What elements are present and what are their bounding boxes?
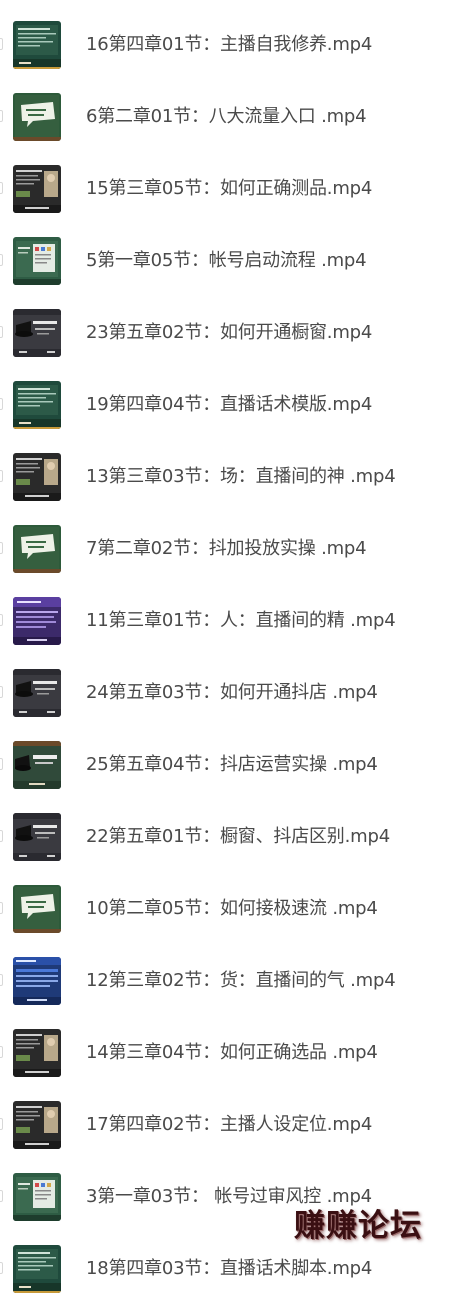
video-thumbnail-icon[interactable]	[13, 741, 61, 789]
row-checkbox[interactable]	[0, 254, 3, 266]
video-thumbnail-icon[interactable]	[13, 1029, 61, 1077]
video-thumbnail-icon[interactable]	[13, 165, 61, 213]
row-checkbox[interactable]	[0, 974, 3, 986]
video-thumbnail-icon[interactable]	[13, 1101, 61, 1149]
video-thumbnail-icon[interactable]	[13, 597, 61, 645]
file-name[interactable]: 13第三章03节：场：直播间的神 .mp4	[86, 465, 396, 489]
file-row[interactable]: 11第三章01节：人：直播间的精 .mp4	[0, 585, 449, 657]
file-name[interactable]: 19第四章04节：直播话术模版.mp4	[86, 393, 372, 417]
video-thumbnail-icon[interactable]	[13, 309, 61, 357]
file-name[interactable]: 7第二章02节：抖加投放实操 .mp4	[86, 537, 367, 561]
file-row[interactable]: 5第一章05节：帐号启动流程 .mp4	[0, 225, 449, 297]
file-row[interactable]: 19第四章04节：直播话术模版.mp4	[0, 369, 449, 441]
file-row[interactable]: 7第二章02节：抖加投放实操 .mp4	[0, 513, 449, 585]
file-row[interactable]: 16第四章01节：主播自我修养.mp4	[0, 9, 449, 81]
file-row[interactable]: 24第五章03节：如何开通抖店 .mp4	[0, 657, 449, 729]
file-name[interactable]: 15第三章05节：如何正确测品.mp4	[86, 177, 372, 201]
row-checkbox[interactable]	[0, 1262, 3, 1274]
file-name[interactable]: 12第三章02节：货：直播间的气 .mp4	[86, 969, 396, 993]
file-name[interactable]: 16第四章01节：主播自我修养.mp4	[86, 33, 372, 57]
row-checkbox[interactable]	[0, 470, 3, 482]
video-thumbnail-icon[interactable]	[13, 957, 61, 1005]
row-checkbox[interactable]	[0, 614, 3, 626]
video-thumbnail-icon[interactable]	[13, 21, 61, 69]
row-checkbox[interactable]	[0, 1046, 3, 1058]
video-thumbnail-icon[interactable]	[13, 381, 61, 429]
video-thumbnail-icon[interactable]	[13, 885, 61, 933]
file-name[interactable]: 18第四章03节：直播话术脚本.mp4	[86, 1257, 372, 1281]
video-thumbnail-icon[interactable]	[13, 813, 61, 861]
row-checkbox[interactable]	[0, 1118, 3, 1130]
file-row[interactable]: 23第五章02节：如何开通橱窗.mp4	[0, 297, 449, 369]
row-checkbox[interactable]	[0, 542, 3, 554]
file-name[interactable]: 23第五章02节：如何开通橱窗.mp4	[86, 321, 372, 345]
video-thumbnail-icon[interactable]	[13, 669, 61, 717]
file-name[interactable]: 6第二章01节：八大流量入口 .mp4	[86, 105, 367, 129]
video-thumbnail-icon[interactable]	[13, 453, 61, 501]
row-checkbox[interactable]	[0, 830, 3, 842]
file-name[interactable]: 5第一章05节：帐号启动流程 .mp4	[86, 249, 367, 273]
file-name[interactable]: 22第五章01节：橱窗、抖店区别.mp4	[86, 825, 390, 849]
file-row[interactable]: 12第三章02节：货：直播间的气 .mp4	[0, 945, 449, 1017]
file-row[interactable]: 17第四章02节：主播人设定位.mp4	[0, 1089, 449, 1161]
file-name[interactable]: 10第二章05节：如何接极速流 .mp4	[86, 897, 378, 921]
row-checkbox[interactable]	[0, 902, 3, 914]
video-thumbnail-icon[interactable]	[13, 525, 61, 573]
row-checkbox[interactable]	[0, 686, 3, 698]
row-checkbox[interactable]	[0, 110, 3, 122]
file-name[interactable]: 24第五章03节：如何开通抖店 .mp4	[86, 681, 378, 705]
row-checkbox[interactable]	[0, 182, 3, 194]
video-thumbnail-icon[interactable]	[13, 237, 61, 285]
file-name[interactable]: 14第三章04节：如何正确选品 .mp4	[86, 1041, 378, 1065]
video-thumbnail-icon[interactable]	[13, 1173, 61, 1221]
file-name[interactable]: 17第四章02节：主播人设定位.mp4	[86, 1113, 372, 1137]
file-row[interactable]: 25第五章04节：抖店运营实操 .mp4	[0, 729, 449, 801]
file-name[interactable]: 11第三章01节：人：直播间的精 .mp4	[86, 609, 396, 633]
watermark-logo: 赚赚论坛	[294, 1208, 422, 1244]
file-row[interactable]: 14第三章04节：如何正确选品 .mp4	[0, 1017, 449, 1089]
row-checkbox[interactable]	[0, 758, 3, 770]
file-row[interactable]: 22第五章01节：橱窗、抖店区别.mp4	[0, 801, 449, 873]
row-checkbox[interactable]	[0, 1190, 3, 1202]
file-name[interactable]: 25第五章04节：抖店运营实操 .mp4	[86, 753, 378, 777]
row-checkbox[interactable]	[0, 38, 3, 50]
row-checkbox[interactable]	[0, 326, 3, 338]
file-row[interactable]: 15第三章05节：如何正确测品.mp4	[0, 153, 449, 225]
file-list: 16第四章01节：主播自我修养.mp4 6第二章01节：八大流量入口 .mp4 …	[0, 9, 449, 1305]
file-row[interactable]: 6第二章01节：八大流量入口 .mp4	[0, 81, 449, 153]
file-row[interactable]: 10第二章05节：如何接极速流 .mp4	[0, 873, 449, 945]
video-thumbnail-icon[interactable]	[13, 1245, 61, 1293]
file-row[interactable]: 13第三章03节：场：直播间的神 .mp4	[0, 441, 449, 513]
row-checkbox[interactable]	[0, 398, 3, 410]
video-thumbnail-icon[interactable]	[13, 93, 61, 141]
